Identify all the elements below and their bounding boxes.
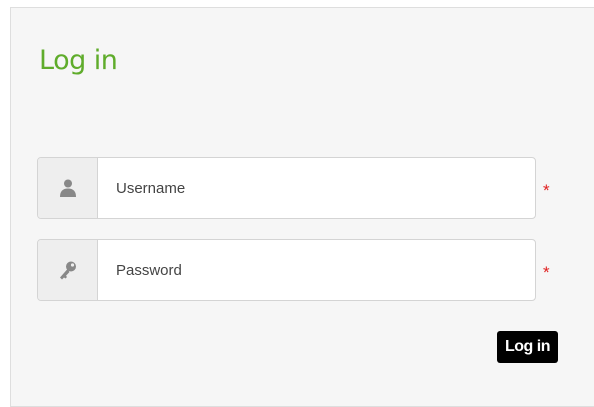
login-button[interactable]: Log in <box>497 331 558 363</box>
user-icon <box>38 158 98 218</box>
login-panel: Log in * * Log in <box>10 7 594 407</box>
password-input[interactable] <box>98 240 535 300</box>
password-required-marker: * <box>543 263 550 282</box>
username-input[interactable] <box>98 158 535 218</box>
key-icon <box>38 240 98 300</box>
username-required-marker: * <box>543 181 550 200</box>
password-field-group <box>37 239 536 301</box>
login-title: Log in <box>39 45 118 76</box>
username-field-group <box>37 157 536 219</box>
